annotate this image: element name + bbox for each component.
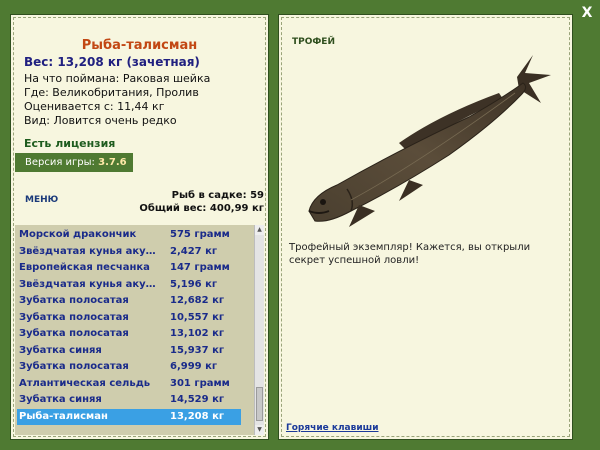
list-item-name: Звёздчатая кунья аку... [19,278,157,290]
list-item-name: Морской дракончик [19,229,137,240]
total-weight: Общий вес: 400,99 кг [139,203,264,214]
list-item-weight: 12,682 кг [170,295,225,306]
fish-title: Рыба-талисман [81,38,198,53]
fish-kind: Вид: Ловится очень редко [24,114,177,127]
fish-weight: Вес: 13,208 кг (зачетная) [24,55,200,69]
list-item-name: Зубатка полосатая [19,311,129,323]
list-item-weight: 10,557 кг [170,311,225,323]
list-item-weight: 575 грамм [170,229,230,240]
trophy-panel: ТРОФЕЙ Трофейный экземпляр! Кажется, вы … [278,14,573,440]
list-item[interactable]: Европейская песчанка 147 грамм [17,260,241,277]
fish-info-panel: Рыба-талисман Вес: 13,208 кг (зачетная) … [10,14,269,440]
arrow-up-icon[interactable]: ▲ [255,225,264,235]
list-item[interactable]: Зубатка полосатая 6,999 кг [17,359,241,376]
close-button[interactable]: X [578,4,596,22]
list-item-name: Атлантическая сельдь [19,377,151,389]
list-item-weight: 13,208 кг [170,410,225,422]
list-item[interactable]: Рыба-талисман 13,208 кг [17,408,241,425]
list-item-name: Зубатка синяя [19,344,102,356]
list-item-weight: 6,999 кг [170,361,218,372]
fish-value: Оценивается с: 11,44 кг [24,100,165,113]
version-number: 3.7.6 [98,157,127,168]
list-item-name: Зубатка синяя [19,394,102,405]
list-item[interactable]: Зубатка синяя 15,937 кг [17,343,241,360]
list-item-weight: 5,196 кг [170,278,218,290]
fish-image [308,55,551,227]
hotkeys-link[interactable]: Горячие клавиши [286,423,379,433]
list-item-name: Зубатка полосатая [19,361,129,372]
list-item-name: Рыба-талисман [19,410,108,422]
list-item-weight: 2,427 кг [170,245,218,257]
menu-button[interactable]: МЕНЮ [25,195,58,205]
catch-list[interactable]: Морской дракончик 575 грамм Звёздчатая кун… [15,225,264,435]
fish-place: Где: Великобритания, Пролив [24,86,199,99]
catch-stats: Рыб в садке: 59 Общий вес: 400,99 кг [139,189,264,215]
arrow-down-icon[interactable]: ▼ [255,425,264,435]
version-label: Версия игры: [25,157,99,168]
list-scrollbar[interactable]: ▲ ▼ [254,225,264,435]
close-icon: X [581,5,593,21]
list-item[interactable]: Атлантическая сельдь 301 грамм [17,376,241,393]
list-item[interactable]: Морской дракончик 575 грамм [17,227,241,244]
list-item[interactable]: Зубатка синяя 14,529 кг [17,392,241,409]
list-item[interactable]: Зубатка полосатая 10,557 кг [17,310,241,327]
list-item[interactable]: Звёздчатая кунья аку... 5,196 кг [17,277,241,294]
list-item-weight: 14,529 кг [170,394,225,405]
list-item-name: Звёздчатая кунья аку... [19,245,157,257]
list-item-weight: 147 грамм [170,262,230,273]
list-item-name: Зубатка полосатая [19,328,129,339]
list-item-weight: 13,102 кг [170,328,225,339]
list-item-name: Зубатка полосатая [19,295,129,306]
list-item-name: Европейская песчанка [19,262,150,273]
list-item-weight: 15,937 кг [170,344,225,356]
list-item[interactable]: Звёздчатая кунья аку... 2,427 кг [17,244,241,261]
trophy-description: Трофейный экземпляр! Кажется, вы открыли… [289,242,531,266]
list-item[interactable]: Зубатка полосатая 13,102 кг [17,326,241,343]
fish-bait: На что поймана: Раковая шейка [24,72,211,85]
list-item[interactable]: Зубатка полосатая 12,682 кг [17,293,241,310]
scrollbar-thumb[interactable] [256,387,263,421]
fish-count: Рыб в садке: 59 [171,190,264,201]
list-item-weight: 301 грамм [170,377,230,389]
license-status: Есть лицензия [24,137,116,150]
version-badge: Версия игры: 3.7.6 [15,153,133,172]
